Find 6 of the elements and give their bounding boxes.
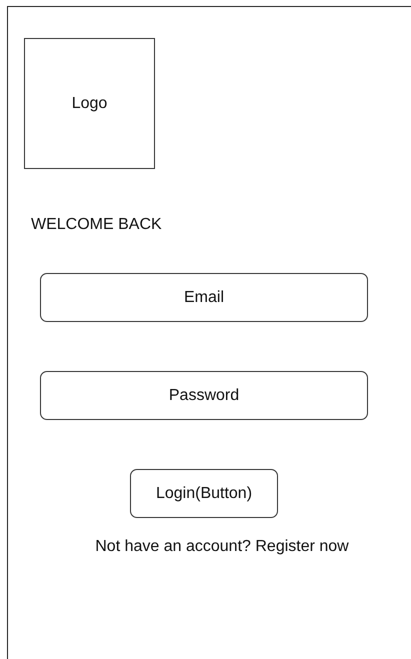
input-field[interactable]: Password [40,371,368,420]
logo-label: Logo [72,94,108,112]
register-prompt: Not have an account? Register now [94,538,350,556]
input-field[interactable]: Email [40,273,368,322]
welcome-heading: WELCOME BACK [31,216,163,234]
login-button[interactable]: Login(Button) [130,469,278,518]
